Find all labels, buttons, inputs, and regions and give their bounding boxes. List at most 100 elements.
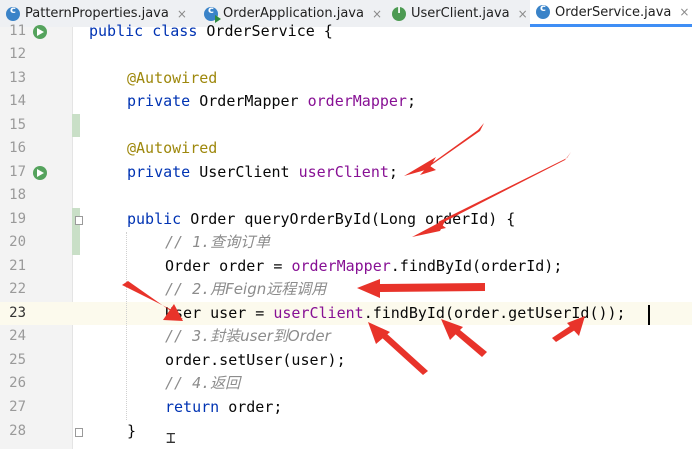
annotation: @Autowired <box>127 69 218 87</box>
statement-end: .findById(order.getUserId()); <box>363 304 626 322</box>
line-number: 28 <box>9 423 26 439</box>
code-line: 22 // 2.用Feign远程调用 <box>0 278 692 301</box>
comment-text: 用 <box>210 280 226 298</box>
comment[interactable]: // 2.用Feign远程调用 <box>165 278 326 301</box>
line-number: 22 <box>9 281 26 297</box>
java-class-run-icon <box>204 5 221 23</box>
field-name: orderMapper <box>291 257 391 275</box>
field-name: userClient <box>298 163 389 181</box>
code-line: 17 private UserClient userClient; <box>0 161 692 184</box>
close-icon[interactable]: × <box>177 7 187 21</box>
tab-label: UserClient.java <box>411 6 510 21</box>
statement-start: Order order = <box>165 257 292 275</box>
tab-label: OrderApplication.java <box>223 6 364 21</box>
return-value: order; <box>228 398 283 416</box>
statement-start: User user = <box>165 304 274 322</box>
code-text[interactable]: User user = userClient.findById(order.ge… <box>165 302 626 325</box>
code-line: 19 public Order queryOrderById(Long orde… <box>0 208 692 231</box>
code-text[interactable]: private OrderMapper orderMapper; <box>127 90 416 113</box>
code-line: 11 public class OrderService { <box>0 20 692 43</box>
code-text[interactable]: public Order queryOrderById(Long orderId… <box>127 208 515 231</box>
line-number: 21 <box>9 258 26 274</box>
line-number: 11 <box>9 23 26 39</box>
comment-prefix: // 2. <box>165 280 211 298</box>
code-text[interactable]: public class OrderService { <box>89 20 333 43</box>
line-number: 24 <box>9 328 26 344</box>
comment-text: 返回 <box>210 374 241 392</box>
line-number: 15 <box>9 117 26 133</box>
line-number: 13 <box>9 70 26 86</box>
keyword: private <box>127 163 200 181</box>
java-class-icon <box>6 5 20 21</box>
line-number: 17 <box>9 164 26 180</box>
code-line: 23 User user = userClient.findById(order… <box>0 302 692 325</box>
line-number: 14 <box>9 93 26 109</box>
comment-text: user <box>240 327 273 345</box>
code-line: 16 @Autowired <box>0 137 692 160</box>
code-text[interactable]: return order; <box>165 396 282 419</box>
code-line: 26 // 4.返回 <box>0 372 692 395</box>
field-name: orderMapper <box>307 92 407 110</box>
comment[interactable]: // 1.查询订单 <box>165 231 270 254</box>
tab-label: PatternProperties.java <box>25 6 169 21</box>
code-text[interactable]: } <box>127 420 136 443</box>
close-icon[interactable]: × <box>518 7 528 21</box>
comment-text: 封装 <box>210 327 241 345</box>
line-number: 23 <box>9 305 26 321</box>
keyword: return <box>165 398 229 416</box>
punctuation: ; <box>406 92 416 110</box>
code-line: 20 // 1.查询订单 <box>0 231 692 254</box>
comment-text: 查询订单 <box>210 233 271 251</box>
comment-prefix: // 4. <box>165 374 211 392</box>
line-number: 18 <box>9 187 26 203</box>
type-name: OrderMapper <box>199 92 308 110</box>
line-number: 19 <box>9 211 26 227</box>
comment-prefix: // 3. <box>165 327 211 345</box>
annotation: @Autowired <box>127 139 218 157</box>
field-name: userClient <box>273 304 364 322</box>
comment[interactable]: // 3.封装user到Order <box>165 325 331 348</box>
code-line: 25 order.setUser(user); <box>0 349 692 372</box>
text-caret <box>648 305 650 325</box>
java-class-icon <box>536 3 550 19</box>
code-line: 13 @Autowired <box>0 67 692 90</box>
code-text[interactable]: order.setUser(user); <box>165 349 346 372</box>
keyword: public <box>127 210 191 228</box>
code-line: 18 <box>0 184 692 207</box>
code-line: 15 <box>0 114 692 137</box>
comment-prefix: // 1. <box>165 233 211 251</box>
mouse-ibeam-cursor-icon: ⌶ <box>166 428 176 447</box>
line-number: 16 <box>9 140 26 156</box>
code-text[interactable]: Order order = orderMapper.findById(order… <box>165 255 562 278</box>
code-line: 27 return order; <box>0 396 692 419</box>
keyword: public class <box>89 22 207 40</box>
line-number: 27 <box>9 399 26 415</box>
type-name: UserClient <box>199 163 299 181</box>
tab-label: OrderService.java <box>555 4 672 20</box>
statement-end: .findById(orderId); <box>390 257 563 275</box>
comment-text: Feign <box>225 280 267 298</box>
code-line: 21 Order order = orderMapper.findById(or… <box>0 255 692 278</box>
line-number: 20 <box>9 234 26 250</box>
method-signature: Order queryOrderById(Long orderId) { <box>190 210 516 228</box>
comment-text: 远程调用 <box>266 280 327 298</box>
keyword: private <box>127 92 200 110</box>
line-number: 26 <box>9 375 26 391</box>
java-interface-icon <box>392 6 406 21</box>
close-icon[interactable]: × <box>679 5 689 19</box>
line-number: 12 <box>9 46 26 62</box>
code-text[interactable]: private UserClient userClient; <box>127 161 398 184</box>
code-line: 28 } <box>0 420 692 443</box>
comment-text: 到 <box>272 327 288 345</box>
comment-text: Order <box>287 327 331 345</box>
class-name: OrderService { <box>206 22 333 40</box>
comment[interactable]: // 4.返回 <box>165 372 240 395</box>
punctuation: ; <box>388 163 398 181</box>
code-line: 12 <box>0 43 692 66</box>
code-line: 14 private OrderMapper orderMapper; <box>0 90 692 113</box>
code-line: 24 // 3.封装user到Order <box>0 325 692 348</box>
code-text[interactable]: @Autowired <box>127 137 217 160</box>
code-text[interactable]: @Autowired <box>127 67 217 90</box>
close-icon[interactable]: × <box>372 7 382 21</box>
line-number: 25 <box>9 352 26 368</box>
